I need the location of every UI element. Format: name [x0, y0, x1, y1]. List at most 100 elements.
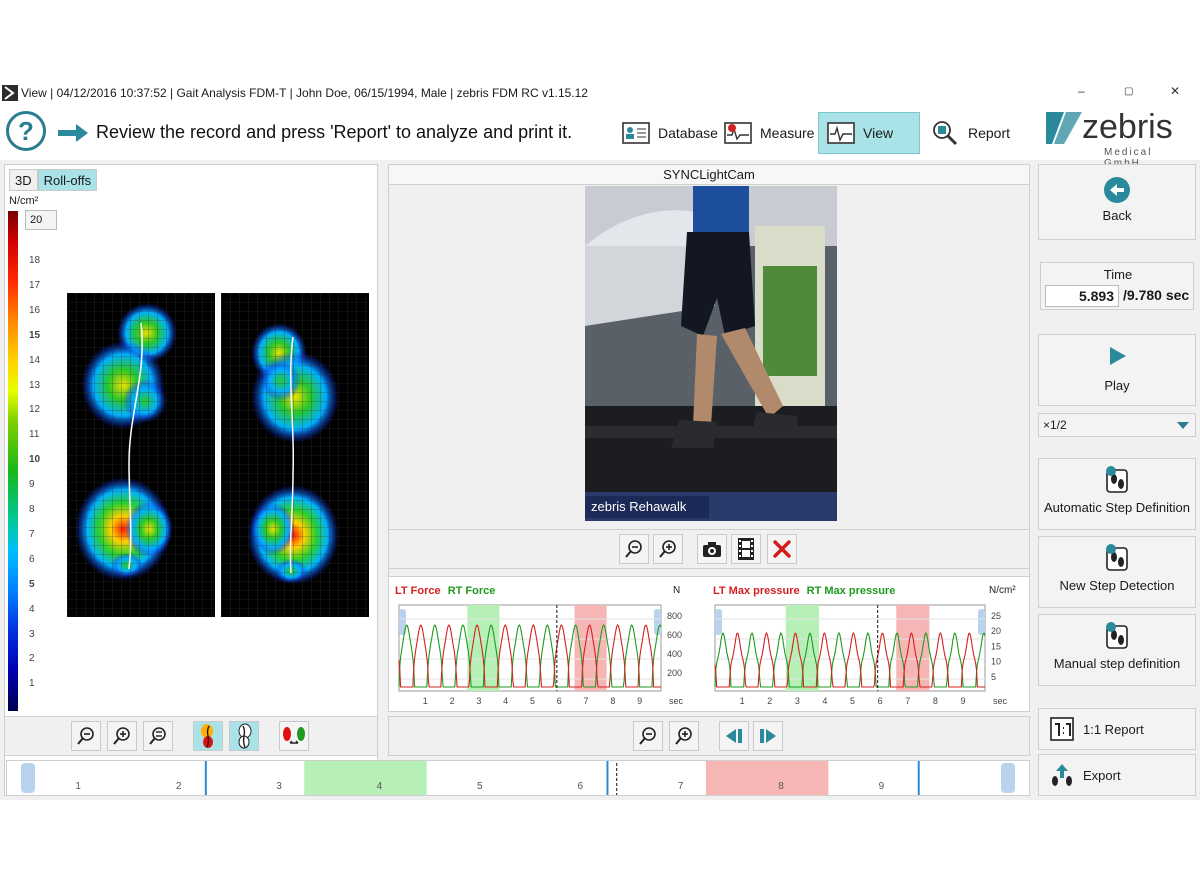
timeline-label: 9	[879, 781, 885, 792]
pressure-chart: 1 2 3 4 5 6 7 8 9 sec 25 20 15 10 5	[714, 604, 1008, 706]
report-icon	[933, 121, 958, 146]
snapshot-button[interactable]	[697, 534, 727, 564]
right-foot-icon	[238, 723, 252, 749]
scale-tick-12: 12	[29, 404, 41, 416]
time-current-field[interactable]: 5.893	[1045, 285, 1119, 307]
left-foot-pressure-map	[67, 293, 215, 617]
scale-unit: N/cm²	[9, 195, 39, 207]
nav-measure[interactable]: Measure	[716, 112, 822, 154]
playback-speed-select[interactable]: ×1/2	[1038, 413, 1196, 437]
treadmill-video-image	[585, 186, 837, 521]
chart-range-handle-right	[978, 609, 985, 635]
camera-zoom-out-button[interactable]	[619, 534, 649, 564]
play-icon	[1110, 347, 1126, 365]
title-bar: View | 04/12/2016 10:37:52 | Gait Analys…	[0, 80, 1200, 106]
time-display: Time 5.893 /9.780 sec	[1040, 262, 1194, 310]
back-button[interactable]: Back	[1038, 164, 1196, 240]
camera-overlay-label: zebris Rehawalk	[585, 496, 709, 518]
one-to-one-report-label: 1:1 Report	[1083, 721, 1144, 737]
swap-feet-icon	[283, 727, 305, 744]
nav-view[interactable]: View	[818, 112, 920, 154]
nav-measure-label: Measure	[760, 125, 815, 141]
timeline-label: 1	[75, 781, 81, 792]
zoom-out-icon	[639, 727, 656, 745]
chart-x-tick: 3	[476, 696, 481, 706]
one-to-one-report-button[interactable]: 1:1 Report	[1038, 708, 1196, 750]
chart-x-tick: 9	[637, 696, 642, 706]
nav-database[interactable]: Database	[614, 112, 726, 154]
database-icon	[622, 122, 650, 144]
delete-video-button[interactable]	[767, 534, 797, 564]
scale-tick-18: 18	[29, 255, 41, 266]
view-tabs: 3D Roll-offs	[9, 169, 98, 191]
time-total: /9.780 sec	[1123, 287, 1190, 303]
zoom-fit-button[interactable]	[143, 721, 173, 751]
video-button[interactable]	[731, 534, 761, 564]
zoom-out-button[interactable]	[71, 721, 101, 751]
chart-y-tick: 5	[991, 672, 996, 682]
chart-x-tick: 5	[530, 696, 535, 706]
pressure-chart-legend: LT Max pressure RT Max pressure	[713, 585, 895, 597]
chart-zoom-out-button[interactable]	[633, 721, 663, 751]
right-foot-pressure-map	[221, 293, 369, 617]
pressure-map-panel: 3D Roll-offs N/cm² 20 18 17 16 15 14 13 12 11 10…	[4, 164, 378, 796]
right-foot-heatmap	[221, 293, 369, 617]
timeline-green-step-region	[304, 761, 427, 795]
scale-tick-3: 3	[29, 628, 35, 640]
timeline-handle-left	[21, 763, 35, 793]
step-timeline[interactable]: 1 2 3 4 5 6 7 8 9	[6, 760, 1030, 796]
right-foot-toggle[interactable]	[229, 721, 259, 751]
chart-x-tick: 7	[584, 696, 589, 706]
help-button[interactable]: ?	[6, 111, 46, 151]
tab-roll-offs[interactable]: Roll-offs	[37, 169, 98, 191]
tab-3d[interactable]: 3D	[9, 169, 38, 191]
export-button[interactable]: Export	[1038, 754, 1196, 796]
zoom-in-icon	[113, 727, 130, 745]
restore-button[interactable]: ▢	[1124, 86, 1133, 97]
minimize-button[interactable]: –	[1078, 84, 1085, 98]
swap-feet-button[interactable]	[279, 721, 309, 751]
close-button[interactable]: ✕	[1170, 84, 1180, 98]
chart-x-tick: 4	[822, 696, 827, 706]
scale-tick-9: 9	[29, 479, 35, 491]
zoom-in-icon	[675, 727, 692, 745]
zoom-out-icon	[77, 727, 94, 745]
timeline-red-step-region	[705, 761, 829, 795]
scale-tick-1: 1	[29, 678, 35, 690]
automatic-step-definition-button[interactable]: Automatic Step Definition	[1038, 458, 1196, 530]
play-button[interactable]: Play	[1038, 334, 1196, 406]
timeline-handle-right	[1001, 763, 1015, 793]
chart-y-tick: 400	[667, 649, 682, 659]
left-foot-toggle[interactable]	[193, 721, 223, 751]
chart-y-tick: 25	[991, 611, 1001, 621]
chart-y-tick: 200	[667, 668, 682, 678]
export-label: Export	[1083, 767, 1121, 783]
step-back-icon	[726, 729, 742, 743]
force-chart-legend: LT Force RT Force	[395, 585, 495, 597]
new-step-detection-button[interactable]: New Step Detection	[1038, 536, 1196, 608]
step-back-button[interactable]	[719, 721, 749, 751]
legend-lt-pressure: LT Max pressure	[713, 585, 800, 597]
zoom-in-icon	[659, 540, 676, 558]
pressure-unit: N/cm²	[989, 585, 1016, 596]
chart-x-unit: sec	[993, 696, 1008, 706]
left-foot-heatmap	[67, 293, 215, 617]
chart-x-tick: 4	[503, 696, 508, 706]
chart-y-tick: 10	[991, 657, 1001, 667]
chart-x-tick: 5	[850, 696, 855, 706]
nav-report[interactable]: Report	[924, 112, 1018, 154]
timeline-label: 4	[377, 781, 383, 792]
timeline-label: 2	[176, 781, 182, 792]
camera-zoom-in-button[interactable]	[653, 534, 683, 564]
legend-lt-force: LT Force	[395, 585, 441, 597]
camera-icon	[703, 542, 721, 557]
chart-zoom-in-button[interactable]	[669, 721, 699, 751]
main-toolbar: ? Review the record and press 'Report' t…	[0, 106, 1200, 169]
zoom-in-button[interactable]	[107, 721, 137, 751]
step-forward-button[interactable]	[753, 721, 783, 751]
chevron-down-icon	[1177, 422, 1189, 429]
manual-step-definition-button[interactable]: Manual step definition	[1038, 614, 1196, 686]
timeline-label: 6	[577, 781, 583, 792]
new-step-icon	[1106, 544, 1128, 571]
playback-speed-value: ×1/2	[1043, 418, 1067, 432]
